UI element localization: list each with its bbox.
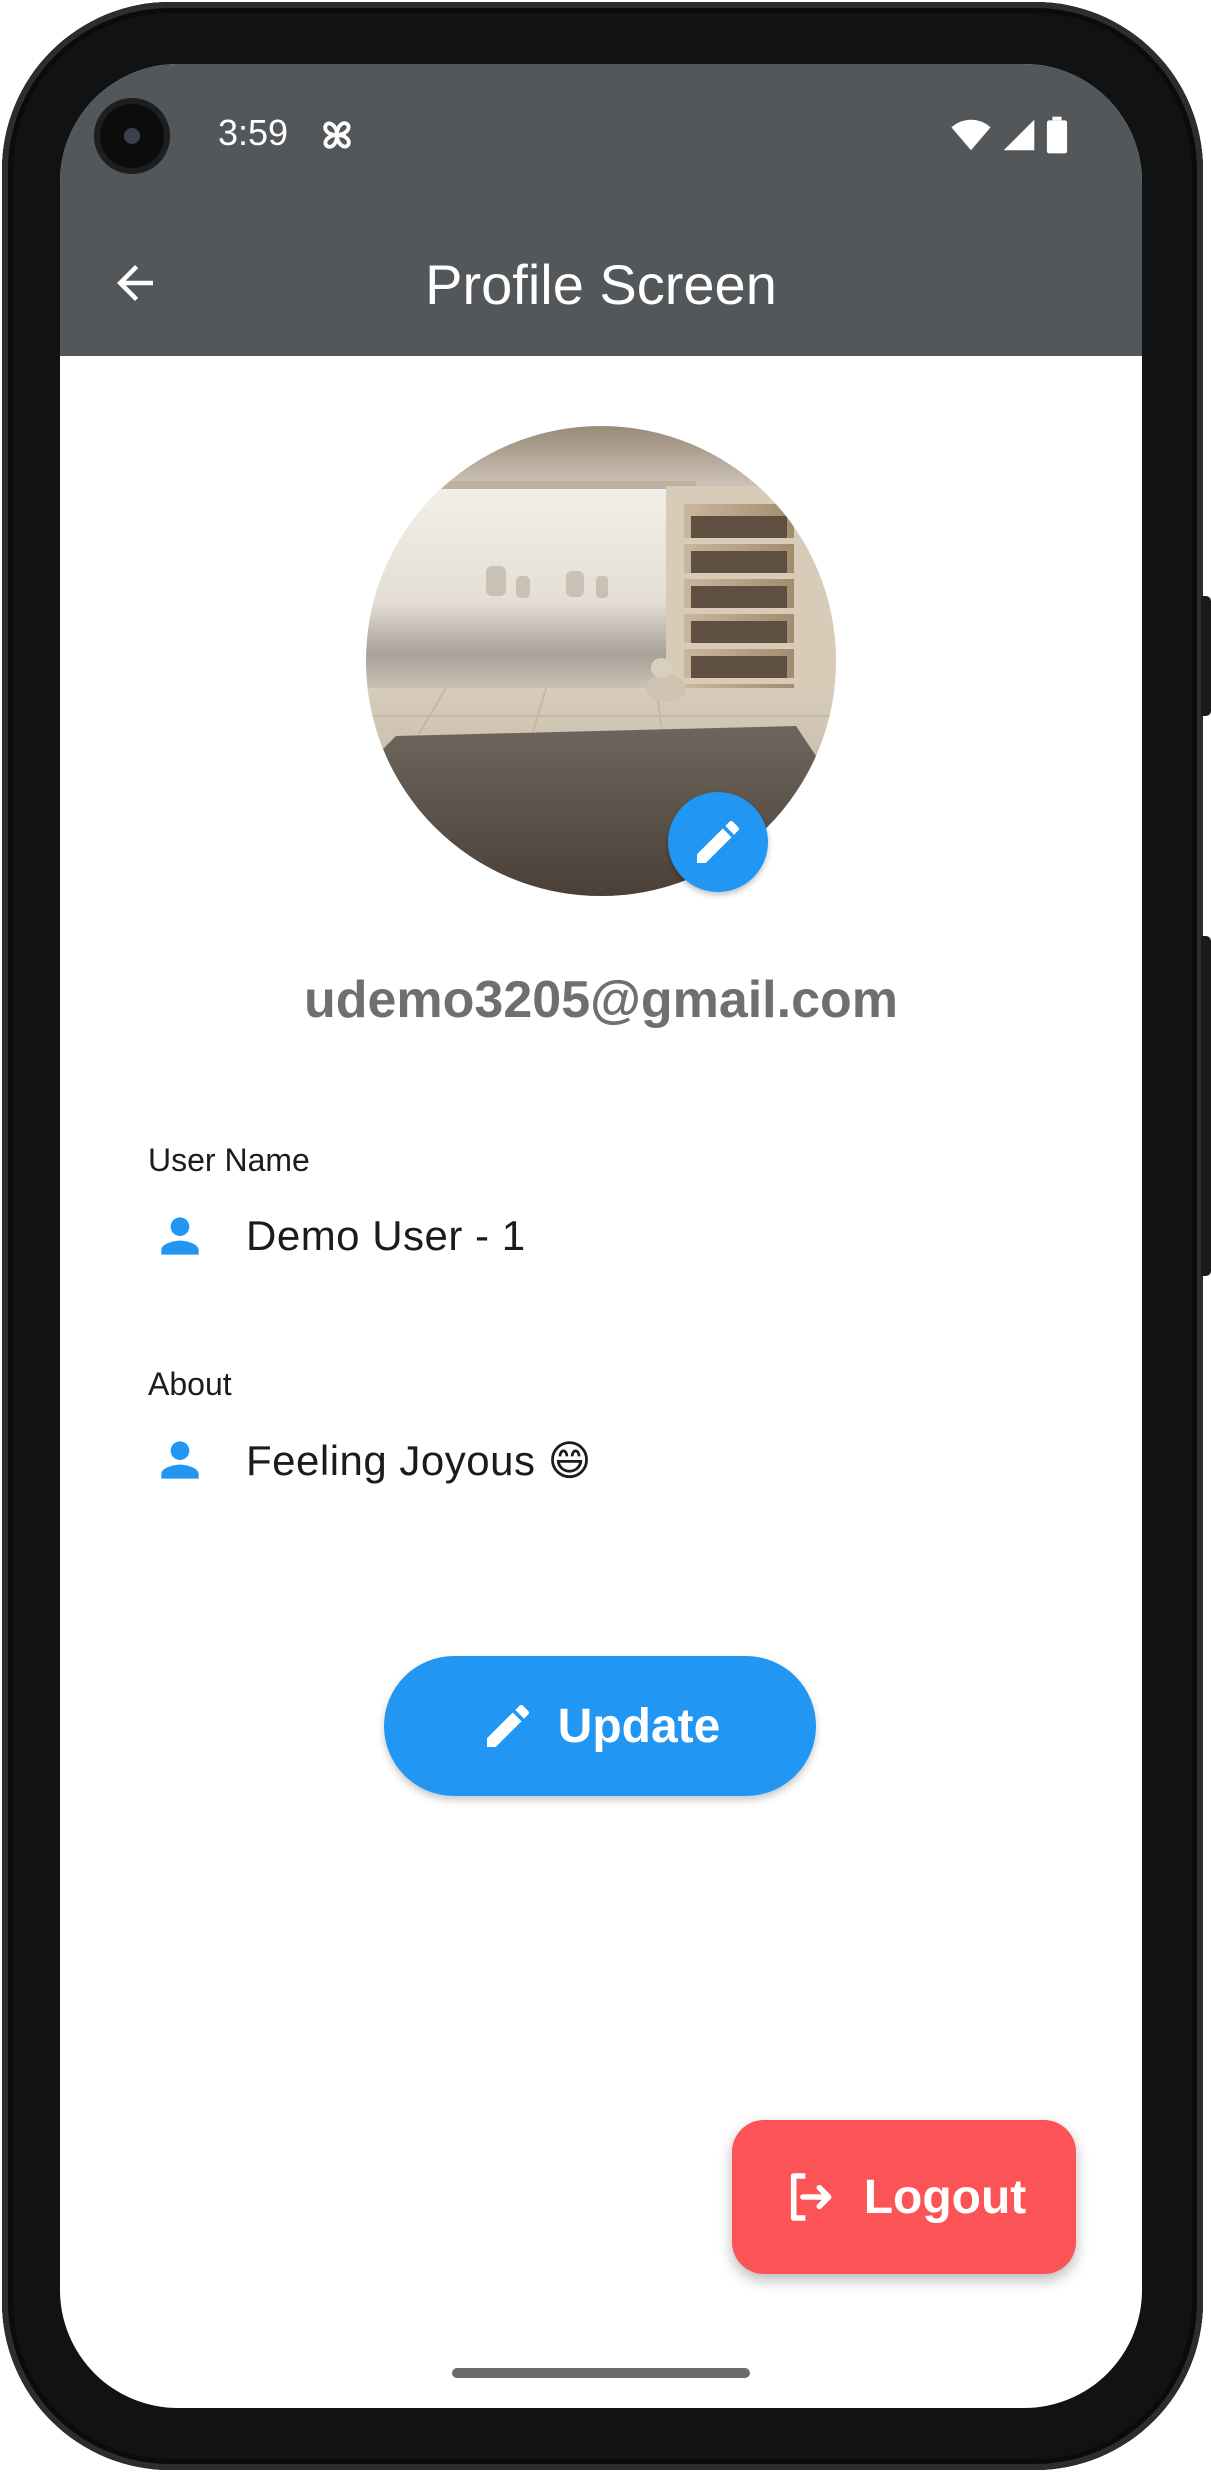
person-icon bbox=[148, 1428, 212, 1492]
home-indicator[interactable] bbox=[452, 2368, 750, 2378]
wifi-icon bbox=[951, 119, 991, 151]
phone-device: 3:59 Profile Screen udemo3205@gmail.com … bbox=[0, 0, 1211, 2474]
screen: 3:59 Profile Screen udemo3205@gmail.com … bbox=[60, 64, 1142, 2408]
about-label: About bbox=[148, 1366, 232, 1402]
app-bar: Profile Screen bbox=[60, 210, 1142, 356]
profile-email: udemo3205@gmail.com bbox=[303, 971, 898, 1029]
user-name-field[interactable]: Demo User - 1 bbox=[148, 1188, 1054, 1284]
logout-button-label: Logout bbox=[863, 2170, 1027, 2224]
update-button[interactable]: Update bbox=[384, 1656, 816, 1796]
profile-avatar-container bbox=[366, 426, 836, 896]
front-camera bbox=[94, 98, 170, 174]
logout-icon bbox=[790, 2173, 832, 2221]
logout-button[interactable]: Logout bbox=[732, 2120, 1076, 2274]
edit-pencil-icon bbox=[486, 1704, 529, 1747]
edit-pencil-icon bbox=[697, 820, 740, 863]
cellular-signal-icon bbox=[1003, 119, 1035, 151]
person-icon bbox=[148, 1204, 212, 1268]
user-name-label: User Name bbox=[148, 1142, 310, 1178]
status-time: 3:59 bbox=[218, 112, 289, 153]
update-button-label: Update bbox=[557, 1699, 721, 1753]
about-value: Feeling Joyous 😄 bbox=[246, 1436, 592, 1484]
pinwheel-icon bbox=[323, 121, 351, 149]
status-bar: 3:59 bbox=[60, 64, 1142, 210]
about-field[interactable]: Feeling Joyous 😄 bbox=[148, 1412, 1054, 1508]
volume-button bbox=[1201, 596, 1211, 716]
edit-avatar-button[interactable] bbox=[668, 792, 768, 892]
battery-icon bbox=[1046, 116, 1068, 154]
user-name-value: Demo User - 1 bbox=[246, 1212, 526, 1259]
page-title: Profile Screen bbox=[425, 253, 777, 316]
power-button bbox=[1201, 936, 1211, 1276]
status-icons bbox=[950, 116, 1068, 154]
